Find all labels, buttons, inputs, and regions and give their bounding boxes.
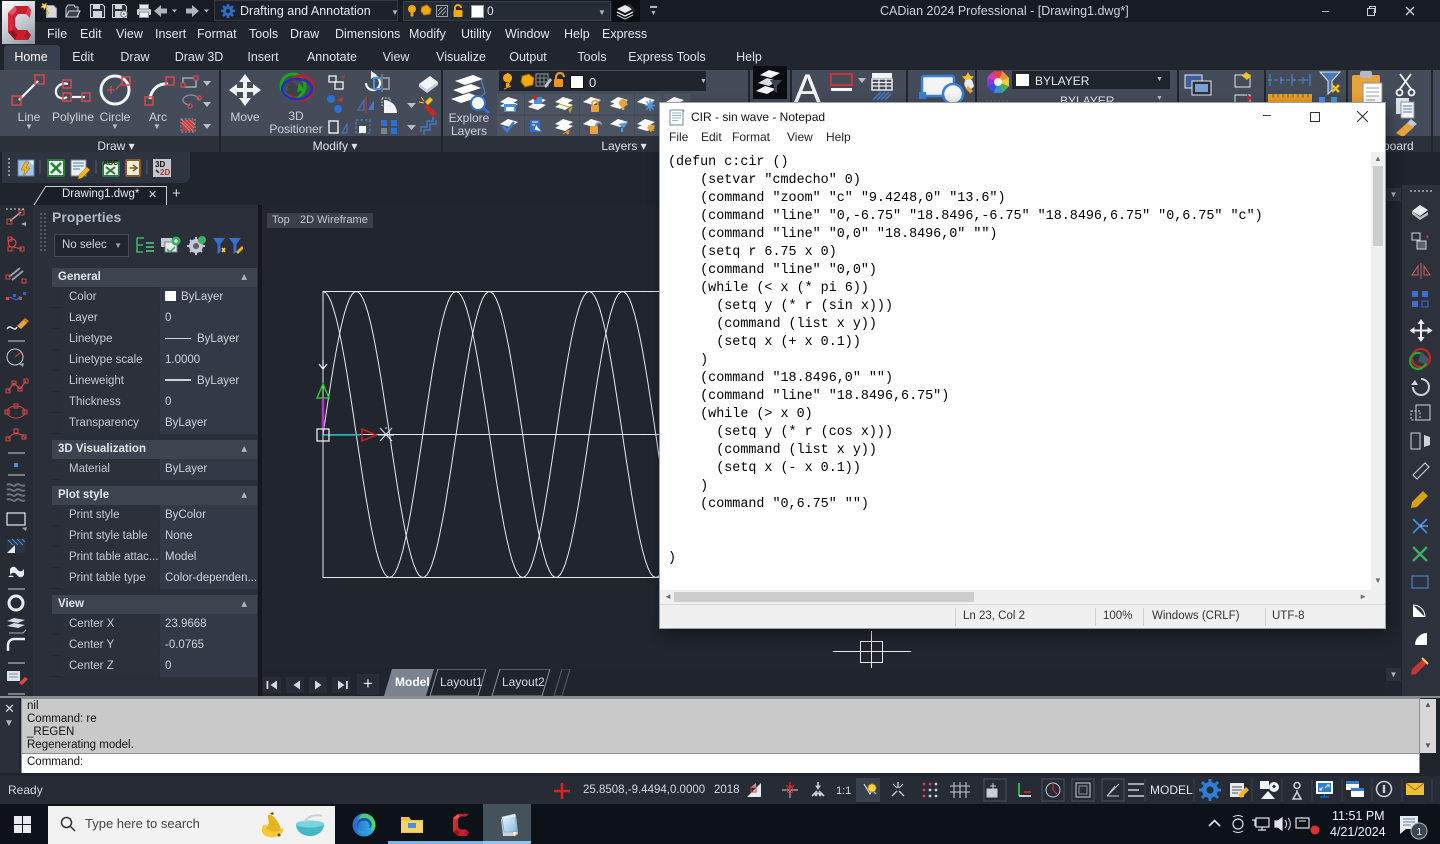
svg-text:0: 0	[589, 75, 596, 90]
svg-text:1: 1	[1417, 827, 1423, 838]
svg-text:ABC: ABC	[103, 160, 118, 167]
svg-text:1:1: 1:1	[836, 785, 851, 797]
svg-text:2D: 2D	[160, 168, 170, 177]
